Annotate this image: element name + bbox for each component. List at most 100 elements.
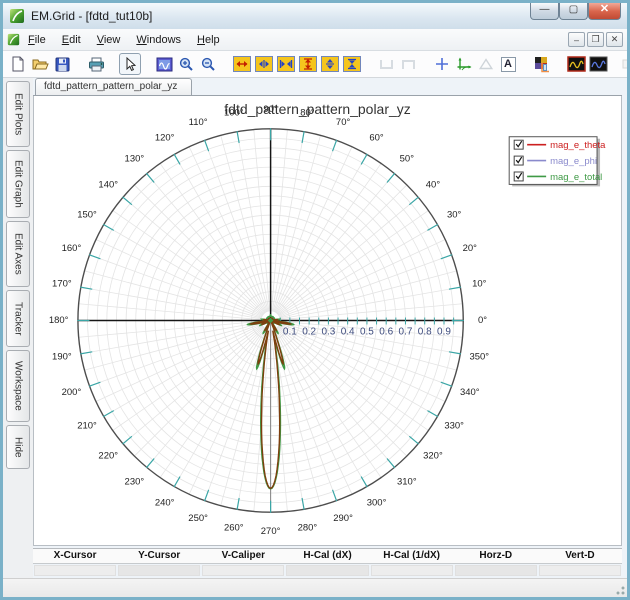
expand-x-icon [233,56,251,72]
side-tab-bar: Edit Plots Edit Graph Edit Axes Tracker Work… [3,78,33,578]
menu-item-file[interactable]: File [20,31,54,49]
maximize-button[interactable]: ▢ [559,3,588,20]
zoom-in-icon [179,57,193,71]
angle-label: 340° [460,387,480,398]
side-tab-edit-plots[interactable]: Edit Plots [6,81,30,147]
minimize-button[interactable]: — [530,3,559,20]
resize-grip-icon[interactable] [613,583,626,596]
menu-item-help[interactable]: Help [189,31,228,49]
maximize-icon: ▢ [568,3,579,15]
zoom-in-button[interactable] [175,53,197,75]
angle-label: 140° [98,179,118,190]
angle-label: 160° [62,243,82,254]
angle-label: 300° [367,498,387,509]
open-file-button[interactable] [29,53,51,75]
pointer-tool-button[interactable] [119,53,141,75]
child-minimize-button[interactable]: – [568,32,585,47]
new-document-button[interactable] [7,53,29,75]
readout-value [202,564,285,576]
side-tab-workspace[interactable]: Workspace [6,350,30,422]
angle-label: 270° [261,526,281,537]
toolbar: A [3,51,627,78]
status-bar [3,578,627,597]
child-close-button[interactable]: ✕ [606,32,623,47]
zoom-window-icon [156,57,172,71]
angle-label: 70° [336,117,351,128]
child-restore-button[interactable]: ❐ [587,32,604,47]
legend-label-mag_e_total: mag_e_total [550,172,602,183]
pan-x-icon [255,56,273,72]
compress-y-button[interactable] [341,53,363,75]
axes-tool-button[interactable] [453,53,475,75]
close-icon: ✕ [599,3,610,15]
radial-label: 0.3 [321,326,335,337]
angle-label: 250° [188,513,208,524]
legend: mag_e_theta mag_e_phi mag_e_total [508,136,606,187]
angle-label: 40° [426,179,441,190]
zoom-out-icon [201,57,215,71]
radial-label: 0.9 [437,326,451,337]
triangle-tool-button[interactable] [475,53,497,75]
angle-label: 190° [52,352,72,363]
corner-left-button[interactable] [375,53,397,75]
polar-chart[interactable]: 0°10°20°30°40°50°60°70°80°90°100°110°120… [34,96,621,545]
angle-label: 150° [77,210,97,221]
angle-label: 10° [472,278,487,289]
menu-item-windows[interactable]: Windows [128,31,189,49]
app-icon [10,9,24,23]
angle-label: 210° [77,420,97,431]
child-window-icon[interactable] [7,33,20,46]
add-marker-button[interactable] [431,53,453,75]
side-tab-edit-graph[interactable]: Edit Graph [6,150,30,218]
angle-label: 350° [470,352,490,363]
menu-item-view[interactable]: View [89,31,129,49]
plot-area[interactable]: 0° 10° 20° 30° 40° 50° 60° 70° 80° 90° 100° 110° 120… [33,96,622,546]
pan-x-button[interactable] [253,53,275,75]
legend-label-mag_e_theta: mag_e_theta [550,140,606,151]
save-button[interactable] [51,53,73,75]
angle-label: 180° [49,315,69,326]
corner-right-button[interactable] [397,53,419,75]
readout-value [538,564,621,576]
side-tab-tracker[interactable]: Tracker [6,290,30,347]
angle-label: 310° [397,477,417,488]
print-icon [88,57,104,71]
readout-header: Y-Cursor [117,549,202,564]
document-tab[interactable]: fdtd_pattern_pattern_polar_yz [35,78,193,95]
expand-y-button[interactable] [297,53,319,75]
scale-vertical-icon [622,59,627,68]
waveform-blue-button[interactable] [587,53,609,75]
side-tab-edit-axes[interactable]: Edit Axes [6,221,30,287]
palette-button[interactable] [531,53,553,75]
expand-x-button[interactable] [231,53,253,75]
radial-label: 0.7 [399,326,413,337]
corner-left-icon [379,59,393,69]
readout-header: Horz-D [453,549,538,564]
angle-label: 290° [333,513,353,524]
angle-label: 120° [155,132,175,143]
pan-y-button[interactable] [319,53,341,75]
zoom-out-button[interactable] [197,53,219,75]
angle-label: 0° [478,315,487,326]
scale-vertical-button[interactable] [621,53,627,75]
angle-label: 260° [224,523,244,534]
compress-x-button[interactable] [275,53,297,75]
menu-items: File Edit View Windows Help [20,31,228,49]
text-annotation-button[interactable]: A [497,53,519,75]
close-button[interactable]: ✕ [588,3,621,20]
menu-item-edit[interactable]: Edit [54,31,89,49]
zoom-window-button[interactable] [153,53,175,75]
title-bar[interactable]: EM.Grid - [fdtd_tut10b] — ▢ ✕ [3,3,627,29]
print-button[interactable] [85,53,107,75]
window-title: EM.Grid - [fdtd_tut10b] [31,9,153,23]
waveform-yellow-button[interactable] [565,53,587,75]
document-tab-bar: fdtd_pattern_pattern_polar_yz [33,78,622,96]
compress-y-icon [343,56,361,72]
side-tab-hide[interactable]: Hide [6,425,30,469]
angle-label: 280° [298,523,318,534]
angle-label: 220° [98,451,118,462]
radial-label: 0.8 [418,326,432,337]
angle-label: 200° [62,387,82,398]
new-document-icon [12,56,24,72]
axes-icon [457,57,472,70]
